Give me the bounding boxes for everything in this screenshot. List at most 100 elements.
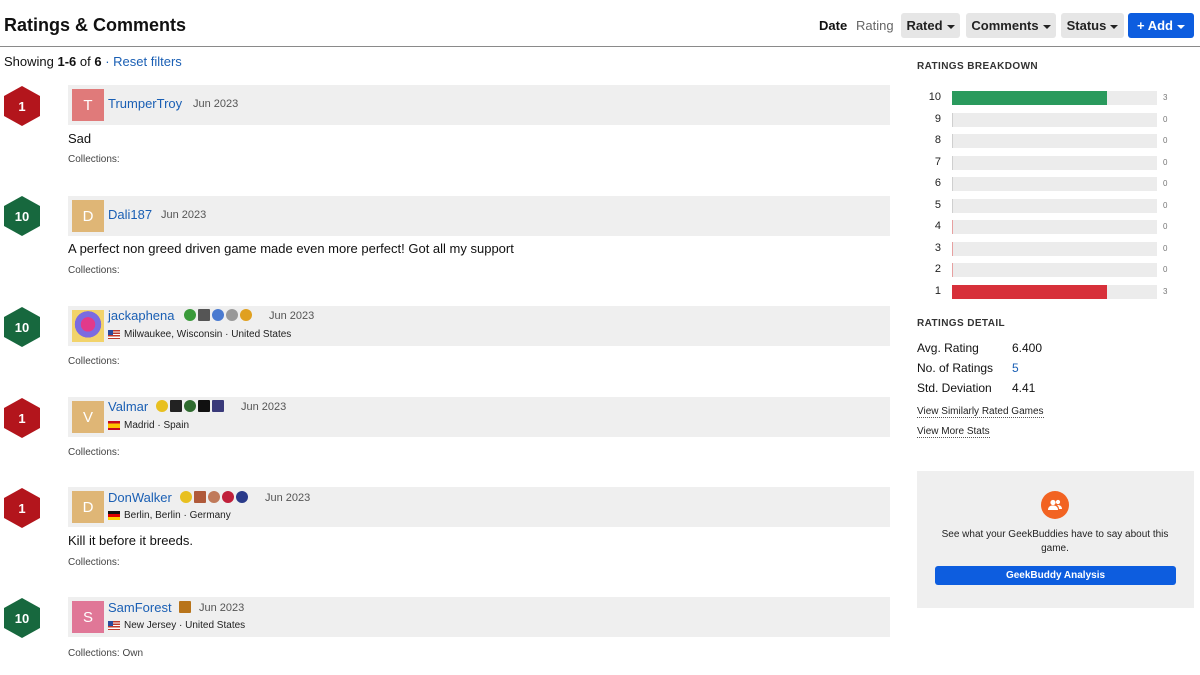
breakdown-label: 8: [934, 134, 941, 146]
breakdown-track: [952, 155, 1157, 170]
breakdown-label: 4: [934, 220, 941, 232]
ratings-breakdown-heading: RATINGS BREAKDOWN: [917, 61, 1039, 72]
spain-flag-icon: [108, 421, 120, 430]
breakdown-label: 7: [934, 155, 941, 168]
breakdown-count: 0: [1163, 179, 1168, 188]
caret-down-icon: [1042, 24, 1051, 29]
num-ratings-value[interactable]: 5: [1012, 361, 1019, 375]
badge-icon: [226, 309, 238, 321]
status-filter-button[interactable]: Status: [1061, 13, 1124, 38]
breakdown-count: 3: [1163, 93, 1168, 102]
geekbuddy-description: See what your GeekBuddies have to say ab…: [941, 529, 1169, 554]
user-bar: D DonWalker Jun 2023 Berlin, Berlin · Ge…: [68, 487, 890, 527]
breakdown-row-8: 80: [917, 134, 1177, 148]
showing-separator: ·: [101, 54, 114, 69]
location-text: Madrid · Spain: [124, 420, 190, 431]
rating-hexagon: 1: [4, 86, 40, 126]
badge-icon: [240, 309, 252, 321]
location-text: Milwaukee, Wisconsin · United States: [124, 329, 292, 340]
breakdown-count: 0: [1163, 265, 1168, 274]
comment-date: Jun 2023: [199, 602, 245, 614]
avg-rating-value: 6.400: [1012, 341, 1043, 355]
rating-hexagon: 1: [4, 398, 40, 438]
breakdown-track: [952, 241, 1157, 256]
username-link[interactable]: TrumperTroy: [108, 96, 182, 111]
breakdown-label: 2: [934, 263, 941, 275]
comment-date: Jun 2023: [241, 401, 287, 413]
collections-label: Collections:: [68, 154, 120, 165]
user-bar: V Valmar Jun 2023 Madrid · Spain: [68, 397, 890, 437]
avatar[interactable]: D: [72, 200, 104, 232]
badge-icon: [180, 491, 192, 503]
sort-by-date[interactable]: Date: [819, 18, 847, 33]
comments-filter-label: Comments: [971, 18, 1039, 33]
showing-of: of: [76, 54, 95, 69]
rating-hexagon: 10: [4, 307, 40, 347]
avatar[interactable]: [72, 310, 104, 342]
avatar[interactable]: T: [72, 89, 104, 121]
add-button[interactable]: + Add: [1128, 13, 1194, 38]
add-label: + Add: [1137, 18, 1173, 33]
showing-summary: Showing 1-6 of 6 · Reset filters: [4, 54, 182, 69]
breakdown-row-4: 40: [917, 220, 1177, 234]
page-title: Ratings & Comments: [4, 15, 187, 35]
username-link[interactable]: SamForest: [108, 600, 172, 615]
badge-icon: [222, 491, 234, 503]
badge-icon: [170, 400, 182, 412]
breakdown-bar: [953, 91, 1107, 105]
collections-label: Collections:: [68, 356, 120, 367]
sort-by-rating[interactable]: Rating: [856, 18, 894, 33]
status-filter-label: Status: [1066, 18, 1107, 33]
user-badges: [179, 601, 191, 613]
breakdown-track: [952, 263, 1157, 277]
breakdown-count: 0: [1163, 243, 1168, 253]
breakdown-row-5: 50: [917, 198, 1177, 213]
rated-filter-button[interactable]: Rated: [901, 13, 960, 38]
showing-total: 6: [94, 54, 102, 69]
breakdown-count: 0: [1163, 136, 1168, 145]
username-link[interactable]: Dali187: [108, 207, 152, 222]
breakdown-track: [952, 112, 1157, 127]
view-more-stats-link[interactable]: View More Stats: [917, 426, 990, 438]
breakdown-label: 6: [934, 177, 941, 189]
geekbuddy-panel: See what your GeekBuddies have to say ab…: [917, 471, 1194, 608]
comment-date: Jun 2023: [193, 98, 239, 110]
avatar[interactable]: S: [72, 601, 104, 633]
collections-label: Collections:: [68, 265, 120, 276]
badge-icon: [212, 309, 224, 321]
rating-hexagon: 10: [4, 196, 40, 236]
breakdown-track: [952, 177, 1157, 191]
comment-text: A perfect non greed driven game made eve…: [68, 241, 514, 256]
breakdown-bar: [953, 284, 1107, 299]
view-similarly-rated-link[interactable]: View Similarly Rated Games: [917, 406, 1044, 418]
comments-filter-button[interactable]: Comments: [966, 13, 1056, 38]
avatar[interactable]: D: [72, 491, 104, 523]
breakdown-label: 3: [934, 241, 941, 254]
germany-flag-icon: [108, 511, 120, 520]
badge-icon: [208, 491, 220, 503]
username-link[interactable]: jackaphena: [108, 308, 175, 323]
geekbuddy-analysis-button[interactable]: GeekBuddy Analysis: [935, 566, 1176, 585]
user-location: Madrid · Spain: [108, 420, 189, 431]
user-bar: S SamForest Jun 2023 New Jersey · United…: [68, 597, 890, 637]
breakdown-count: 0: [1163, 157, 1168, 167]
breakdown-count: 0: [1163, 114, 1168, 124]
badge-icon: [156, 400, 168, 412]
user-bar: D Dali187 Jun 2023: [68, 196, 890, 236]
breakdown-row-9: 90: [917, 112, 1177, 127]
reset-filters-link[interactable]: Reset filters: [113, 54, 182, 69]
username-link[interactable]: Valmar: [108, 399, 148, 414]
badge-icon: [198, 309, 210, 321]
avatar[interactable]: V: [72, 401, 104, 433]
user-badges: [184, 309, 252, 321]
username-link[interactable]: DonWalker: [108, 490, 172, 505]
breakdown-label: 5: [934, 198, 941, 211]
breakdown-row-10: 10 3: [917, 91, 1177, 105]
rating-hexagon: 10: [4, 598, 40, 638]
user-bar: jackaphena Jun 2023 Milwaukee, Wisconsin…: [68, 306, 890, 346]
breakdown-label: 10: [928, 91, 941, 103]
breakdown-track: [952, 91, 1157, 105]
caret-down-icon: [1177, 24, 1185, 29]
breakdown-row-6: 60: [917, 177, 1177, 191]
comment-text: Sad: [68, 131, 92, 146]
